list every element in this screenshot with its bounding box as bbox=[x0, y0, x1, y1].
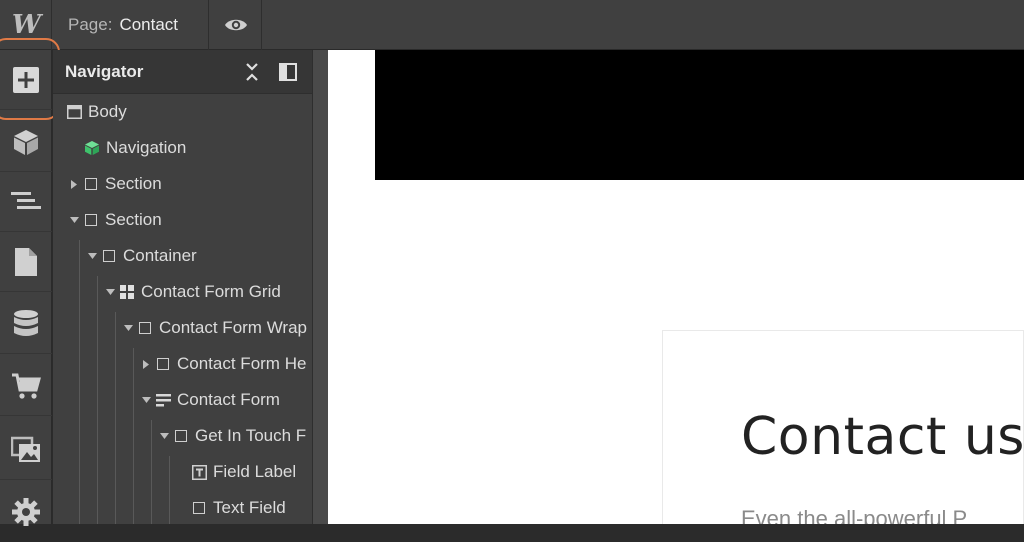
tree-item-label: Section bbox=[105, 174, 162, 193]
symbol-cube-icon bbox=[84, 140, 100, 156]
navigator-panel: Navigator Body Navigation Section Sectio… bbox=[53, 50, 313, 524]
caret-right-icon[interactable] bbox=[69, 179, 79, 189]
box-icon bbox=[137, 320, 153, 336]
assets-button[interactable] bbox=[0, 420, 52, 480]
box-icon bbox=[83, 212, 99, 228]
settings-gear-icon bbox=[12, 498, 40, 526]
panel-scrollbar[interactable] bbox=[313, 50, 328, 524]
add-panel-button[interactable] bbox=[0, 50, 52, 110]
box-icon bbox=[155, 356, 171, 372]
tree-item-label: Text Field bbox=[213, 498, 286, 517]
dock-panel-icon bbox=[279, 63, 297, 81]
tree-item-get-in-touch[interactable]: Get In Touch F bbox=[53, 418, 312, 454]
settings-button[interactable] bbox=[0, 482, 52, 542]
body-window-icon bbox=[66, 104, 82, 120]
webflow-logo[interactable]: W bbox=[0, 0, 52, 50]
page-name: Contact bbox=[119, 15, 179, 34]
tree-item-label: Section bbox=[105, 210, 162, 229]
caret-down-icon[interactable] bbox=[87, 251, 97, 261]
box-icon bbox=[83, 176, 99, 192]
dock-panel-button[interactable] bbox=[277, 61, 299, 83]
ecommerce-button[interactable] bbox=[0, 356, 52, 416]
contact-heading[interactable]: Contact us bbox=[741, 407, 1024, 467]
box-icon bbox=[191, 500, 207, 516]
symbols-cube-icon bbox=[14, 129, 38, 155]
tree-item-label: Contact Form bbox=[177, 390, 280, 409]
box-icon bbox=[101, 248, 117, 264]
navigator-button[interactable] bbox=[0, 172, 52, 232]
top-bar: W Page: Contact bbox=[0, 0, 1024, 50]
tree-item-label: Contact Form Wrap bbox=[159, 318, 308, 337]
left-toolbar bbox=[0, 50, 52, 526]
tree-item-label: Container bbox=[123, 246, 197, 265]
tree-item-label: Navigation bbox=[106, 138, 187, 157]
collapse-all-button[interactable] bbox=[241, 61, 263, 83]
caret-down-icon[interactable] bbox=[141, 395, 151, 405]
navigator-title: Navigator bbox=[65, 62, 144, 81]
navigation-hero-block[interactable] bbox=[375, 50, 1024, 180]
caret-down-icon[interactable] bbox=[159, 431, 169, 441]
tree-item-contact-form-grid[interactable]: Contact Form Grid bbox=[53, 274, 312, 310]
add-panel-icon bbox=[13, 66, 39, 93]
caret-down-icon[interactable] bbox=[123, 323, 133, 333]
caret-right-icon[interactable] bbox=[141, 359, 151, 369]
tree-item-contact-form-heading[interactable]: Contact Form He bbox=[53, 346, 312, 382]
form-icon bbox=[155, 392, 171, 408]
caret-down-icon[interactable] bbox=[105, 287, 115, 297]
cms-database-icon bbox=[14, 309, 38, 336]
page-label-key: Page: bbox=[68, 15, 113, 34]
tree-item-field-label[interactable]: Field Label bbox=[53, 454, 312, 490]
tree-item-navigation[interactable]: Navigation bbox=[53, 130, 312, 166]
tree-item-container[interactable]: Container bbox=[53, 238, 312, 274]
pages-button[interactable] bbox=[0, 232, 52, 292]
cms-button[interactable] bbox=[0, 294, 52, 354]
pages-icon bbox=[15, 247, 37, 276]
tree-item-label: Get In Touch F bbox=[195, 426, 307, 445]
tree-item-body[interactable]: Body bbox=[53, 94, 312, 130]
box-icon bbox=[173, 428, 189, 444]
logo-text: W bbox=[11, 10, 41, 40]
contact-card[interactable]: Contact us Even the all-powerful P bbox=[662, 330, 1024, 524]
tree-item-contact-form[interactable]: Contact Form bbox=[53, 382, 312, 418]
preview-button[interactable] bbox=[210, 0, 262, 50]
symbols-button[interactable] bbox=[0, 112, 52, 172]
tree-item-text-field[interactable]: Text Field bbox=[53, 490, 312, 524]
eye-icon bbox=[224, 19, 247, 31]
contact-subtext[interactable]: Even the all-powerful P bbox=[741, 506, 967, 524]
tree-item-label: Contact Form Grid bbox=[141, 282, 281, 301]
tree-item-section[interactable]: Section bbox=[53, 202, 312, 238]
tree-item-contact-form-wrap[interactable]: Contact Form Wrap bbox=[53, 310, 312, 346]
tree-item-label: Field Label bbox=[213, 462, 297, 481]
assets-images-icon bbox=[11, 436, 40, 462]
grid-icon bbox=[119, 284, 135, 300]
tree-item-label: Body bbox=[88, 102, 127, 121]
ecommerce-cart-icon bbox=[12, 373, 41, 399]
navigator-header: Navigator bbox=[53, 50, 312, 94]
navigator-icon bbox=[11, 191, 41, 209]
tree-item-section[interactable]: Section bbox=[53, 166, 312, 202]
text-field-label-icon bbox=[191, 464, 207, 480]
design-canvas[interactable]: Contact us Even the all-powerful P bbox=[328, 50, 1024, 524]
tree-item-label: Contact Form He bbox=[177, 354, 307, 373]
collapse-arrows-icon bbox=[246, 63, 258, 81]
page-selector[interactable]: Page: Contact bbox=[53, 0, 209, 50]
caret-down-icon[interactable] bbox=[69, 215, 79, 225]
